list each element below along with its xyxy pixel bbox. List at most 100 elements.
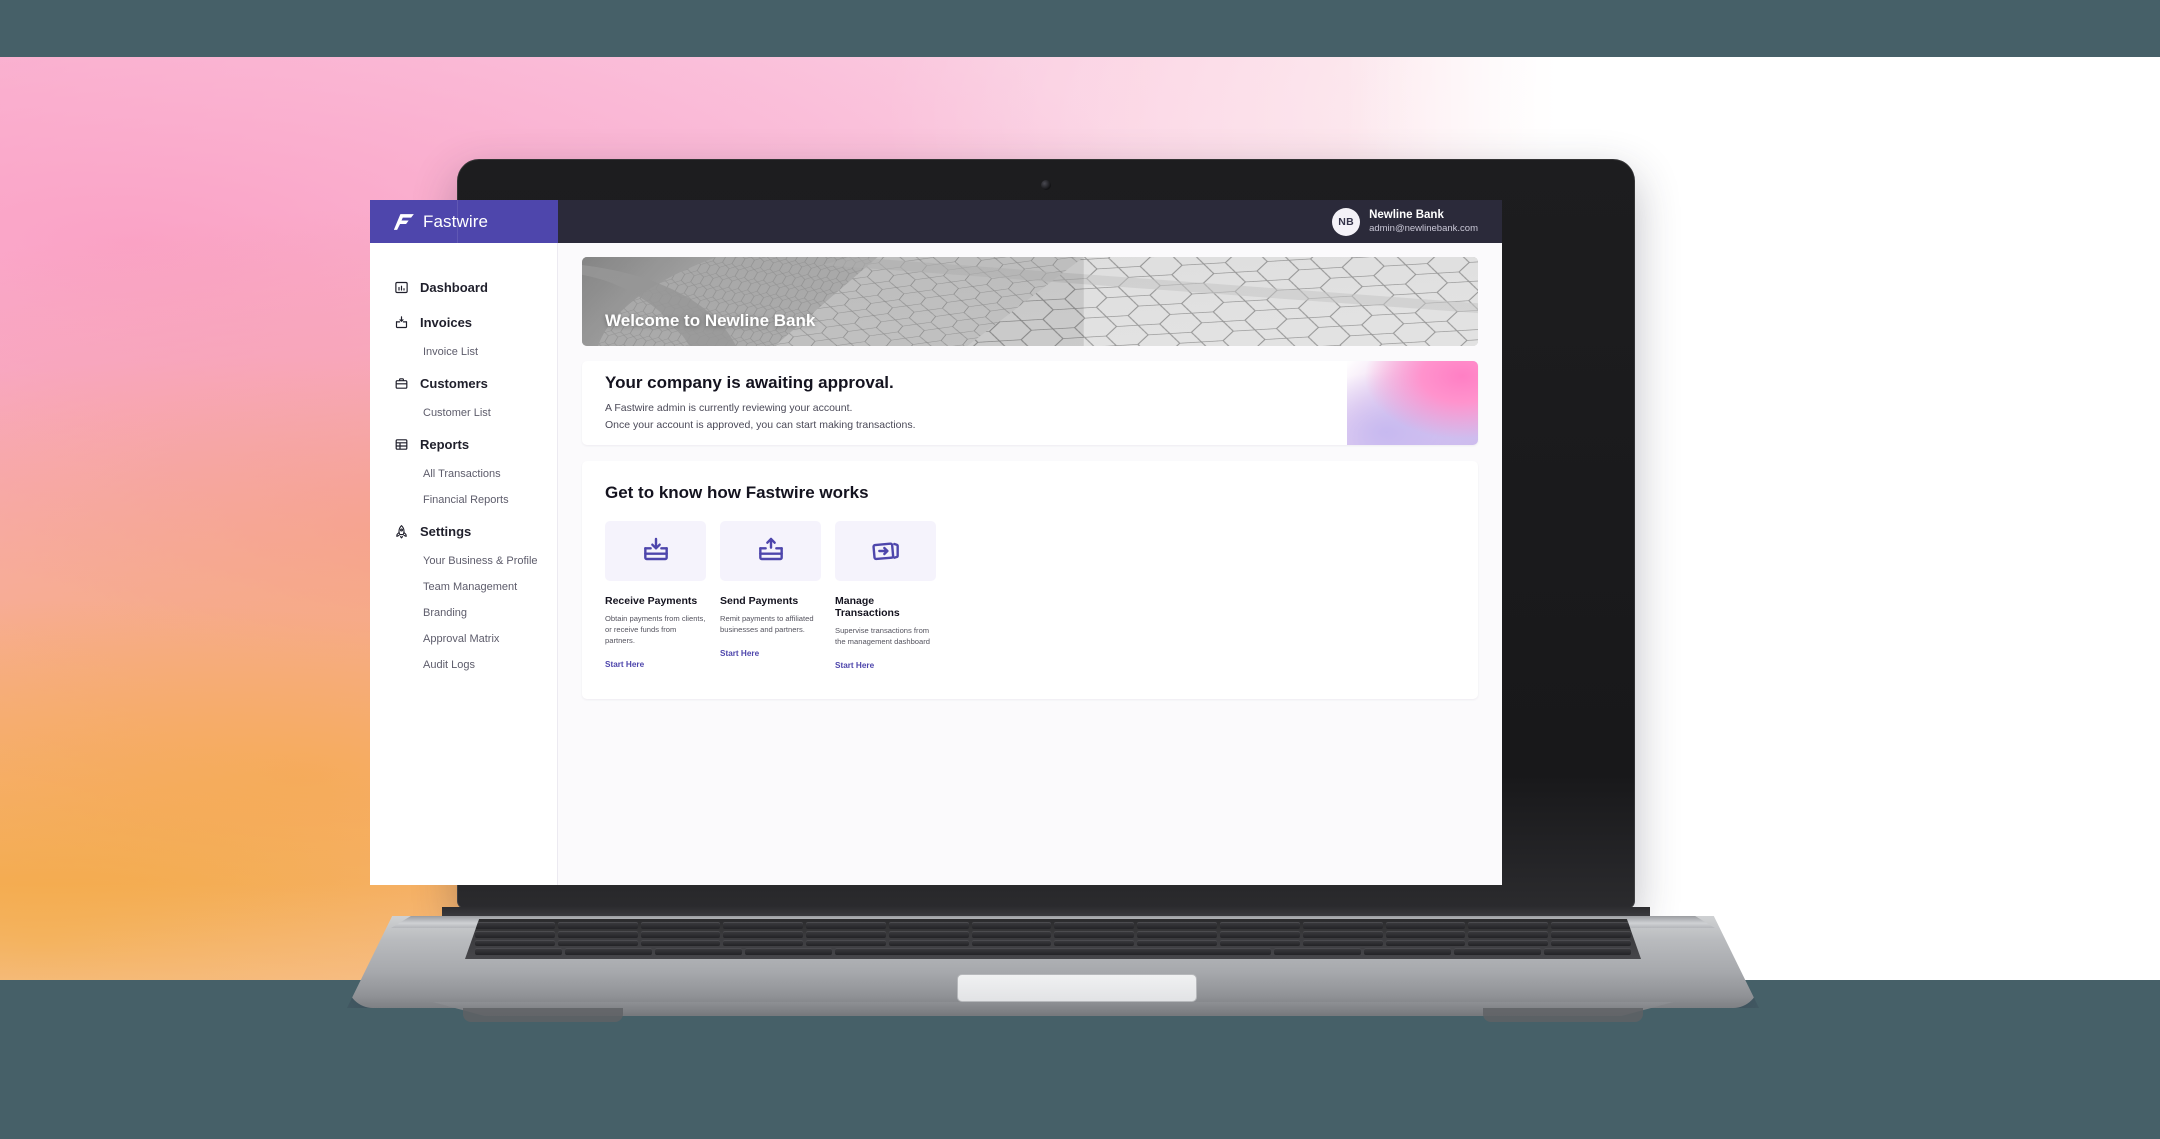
keyboard-key (475, 939, 555, 947)
sidebar-subitem-all-transactions[interactable]: All Transactions (370, 461, 557, 487)
keyboard-key (1385, 922, 1466, 929)
user-menu[interactable]: NB Newline Bank admin@newlinebank.com (1332, 207, 1478, 236)
keyboard-key (1551, 939, 1631, 947)
brand-logo[interactable]: Fastwire (370, 200, 558, 243)
topbar-right: NB Newline Bank admin@newlinebank.com (558, 200, 1502, 243)
sidebar-group-customers: Customers Customer List (370, 367, 557, 426)
feature-card: Send Payments Remit payments to affiliate… (720, 521, 821, 673)
approval-title: Your company is awaiting approval. (605, 373, 894, 393)
keyboard-key (1363, 948, 1451, 955)
keyboard-key (1220, 930, 1300, 938)
feature-description: Obtain payments from clients, or receive… (605, 614, 706, 645)
feature-title: Send Payments (720, 595, 799, 607)
approval-gradient-art (1347, 361, 1478, 445)
keyboard-key (557, 922, 638, 929)
sidebar-item-customers[interactable]: Customers (370, 367, 557, 400)
user-email: admin@newlinebank.com (1369, 222, 1478, 234)
user-meta: Newline Bank admin@newlinebank.com (1369, 208, 1478, 234)
keyboard-key (655, 948, 743, 955)
tray-upload-icon (720, 521, 821, 581)
keyboard-key (1543, 948, 1632, 955)
sidebar-subitem-team-management[interactable]: Team Management (370, 574, 557, 600)
webcam-icon (1041, 180, 1051, 190)
feature-card: Receive Payments Obtain payments from cli… (605, 521, 706, 673)
feature-description: Supervise transactions from the manageme… (835, 626, 930, 646)
keyboard-key (1302, 922, 1383, 929)
approval-text-block: Your company is awaiting approval. A Fas… (582, 373, 916, 433)
sidebar-subitem-approval-matrix[interactable]: Approval Matrix (370, 626, 557, 652)
sidebar-subitem-customer-list[interactable]: Customer List (370, 400, 557, 426)
card-arrow-right-icon (835, 521, 936, 581)
keyboard-key (640, 930, 721, 938)
welcome-hero-banner: Welcome to Newline Bank (582, 257, 1478, 346)
keyboard-key (1551, 922, 1631, 929)
keyboard-key (806, 922, 886, 929)
key-row (475, 939, 1631, 947)
feature-grid: Receive Payments Obtain payments from cli… (605, 521, 1455, 673)
keyboard-key (1453, 948, 1541, 955)
keyboard-key (475, 948, 563, 955)
keyboard-key (1220, 922, 1300, 929)
approval-line-1: A Fastwire admin is currently reviewing … (605, 402, 853, 415)
laptop-foot-left (463, 1008, 623, 1022)
sidebar-item-reports[interactable]: Reports (370, 428, 557, 461)
sidebar-subitem-financial-reports[interactable]: Financial Reports (370, 487, 557, 513)
keyboard-key (1468, 939, 1549, 947)
keyboard-key (1385, 939, 1466, 947)
keyboard-key (723, 922, 804, 929)
key-row (475, 948, 1632, 955)
sidebar-item-invoices[interactable]: Invoices (370, 306, 557, 339)
keyboard-keys (475, 922, 1632, 955)
start-here-link[interactable]: Start Here (605, 660, 644, 669)
sidebar-group-dashboard: Dashboard (370, 271, 557, 304)
sidebar-subitem-branding[interactable]: Branding (370, 600, 557, 626)
sidebar-item-settings[interactable]: Settings (370, 515, 557, 548)
keyboard-key (640, 939, 721, 947)
laptop-keyboard (465, 919, 1641, 959)
feature-title: Receive Payments (605, 595, 698, 607)
sidebar-item-dashboard[interactable]: Dashboard (370, 271, 557, 304)
feature-card: Manage Transactions Supervise transaction… (835, 521, 936, 673)
rocket-icon (394, 524, 409, 539)
laptop-foot-right (1483, 1008, 1643, 1022)
keyboard-key (723, 939, 804, 947)
keyboard-key (971, 939, 1052, 947)
sidebar-group-invoices: Invoices Invoice List (370, 306, 557, 365)
sidebar-group-settings: Settings Your Business & Profile Team Mana… (370, 515, 557, 678)
keyboard-key (1137, 930, 1218, 938)
keyboard-key (1302, 939, 1383, 947)
keyboard-key (1220, 939, 1300, 947)
keyboard-key (1137, 922, 1218, 929)
keyboard-key (888, 930, 969, 938)
keyboard-key (806, 930, 886, 938)
fastwire-f-logo-icon (393, 211, 415, 232)
key-row (475, 922, 1631, 929)
table-grid-icon (394, 437, 409, 452)
how-it-works-card: Get to know how Fastwire works Receive P… (582, 461, 1478, 699)
keyboard-key (557, 930, 638, 938)
keyboard-key (1385, 930, 1466, 938)
hero-title: Welcome to Newline Bank (605, 311, 816, 330)
sidebar-item-label: Settings (420, 524, 472, 539)
briefcase-icon (394, 376, 409, 391)
keyboard-key (888, 939, 969, 947)
sidebar-subitem-invoice-list[interactable]: Invoice List (370, 339, 557, 365)
sidebar-subitem-audit-logs[interactable]: Audit Logs (370, 652, 557, 678)
sidebar-item-label: Reports (420, 437, 470, 452)
feature-description: Remit payments to affiliated businesses … (720, 614, 814, 634)
feature-title: Manage Transactions (835, 595, 900, 619)
keyboard-key (1302, 930, 1383, 938)
main-content: Welcome to Newline Bank Your company is … (558, 243, 1502, 885)
keyboard-key (1468, 922, 1549, 929)
sidebar-item-label: Dashboard (420, 280, 488, 295)
sidebar-subitem-your-business-profile[interactable]: Your Business & Profile (370, 548, 557, 574)
keyboard-key (1054, 939, 1135, 947)
start-here-link[interactable]: Start Here (835, 661, 874, 670)
keyboard-key (971, 922, 1052, 929)
user-name: Newline Bank (1369, 209, 1444, 222)
approval-line-2: Once your account is approved, you can s… (605, 418, 916, 431)
laptop-mockup: Fastwire NB Newline Bank admin@newlineba… (347, 159, 1807, 1049)
start-here-link[interactable]: Start Here (720, 649, 759, 658)
how-it-works-title: Get to know how Fastwire works (605, 483, 869, 502)
keyboard-key (888, 922, 969, 929)
